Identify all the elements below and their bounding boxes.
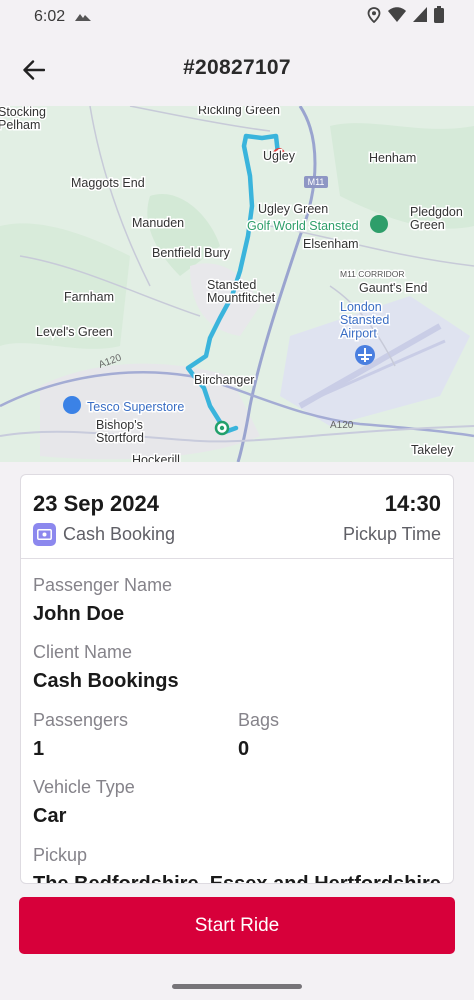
passengers-label: Passengers	[33, 710, 129, 730]
pickup-value: The Bedfordshire, Essex and Hertfordshir…	[33, 873, 441, 884]
svg-text:Bentfield Bury: Bentfield Bury	[152, 246, 231, 260]
mountain-icon	[75, 8, 92, 26]
svg-text:A120: A120	[330, 420, 354, 431]
booking-date: 23 Sep 2024	[33, 491, 159, 516]
svg-text:Tesco Superstore: Tesco Superstore	[87, 400, 184, 414]
page-title: #20827107	[183, 56, 291, 79]
passenger-name-value: John Doe	[33, 603, 125, 625]
pickup-label: Pickup	[33, 845, 88, 865]
svg-text:M11 CORRIDOR: M11 CORRIDOR	[340, 269, 405, 279]
passenger-name-label: Passenger Name	[33, 575, 173, 595]
svg-text:Ugley Green: Ugley Green	[258, 202, 328, 216]
svg-text:Manuden: Manuden	[132, 216, 184, 230]
svg-text:Level's Green: Level's Green	[36, 325, 113, 339]
svg-text:Hockerill: Hockerill	[132, 453, 180, 462]
golf-icon	[370, 215, 388, 233]
vehicle-type-label: Vehicle Type	[33, 777, 135, 797]
svg-text:Elsenham: Elsenham	[303, 237, 359, 251]
signal-icon	[413, 7, 427, 27]
wifi-icon	[388, 7, 406, 27]
bags-label: Bags	[238, 710, 280, 730]
svg-text:Farnham: Farnham	[64, 290, 114, 304]
booking-type: Cash Booking	[33, 523, 175, 546]
cash-icon	[33, 523, 56, 546]
pickup-field: Pickup The Bedfordshire, Essex and Hertf…	[33, 845, 453, 884]
start-ride-button[interactable]: Start Ride	[19, 897, 455, 954]
booking-card: 23 Sep 2024 14:30 Cash Booking Pickup Ti…	[20, 474, 454, 884]
svg-text:Birchanger: Birchanger	[194, 373, 254, 387]
shopping-icon	[63, 396, 81, 414]
svg-text:Takeley: Takeley	[411, 443, 454, 457]
status-bar: 6:02	[0, 0, 474, 34]
svg-text:Rickling Green: Rickling Green	[198, 106, 280, 117]
client-name-field: Client Name Cash Bookings	[33, 642, 179, 693]
svg-text:Gaunt's End: Gaunt's End	[359, 281, 427, 295]
client-name-value: Cash Bookings	[33, 670, 179, 692]
location-icon	[367, 6, 381, 28]
svg-text:Bishop'sStortford: Bishop's Stortford	[96, 418, 144, 445]
battery-icon	[434, 6, 444, 28]
client-name-label: Client Name	[33, 642, 133, 662]
passengers-value: 1	[33, 738, 45, 760]
svg-text:Maggots End: Maggots End	[71, 176, 145, 190]
booking-type-label: Cash Booking	[63, 524, 176, 544]
home-indicator[interactable]	[172, 984, 302, 989]
bags-value: 0	[238, 738, 250, 760]
booking-card-header: 23 Sep 2024 14:30 Cash Booking Pickup Ti…	[21, 475, 453, 559]
svg-text:Henham: Henham	[369, 151, 416, 165]
status-time: 6:02	[34, 8, 66, 25]
svg-text:Golf World Stansted: Golf World Stansted	[247, 219, 359, 233]
svg-text:Ugley: Ugley	[263, 149, 296, 163]
pickup-time-label: Pickup Time	[342, 524, 441, 544]
passengers-field: Passengers 1	[33, 710, 128, 761]
app-bar: #20827107	[0, 34, 474, 106]
booking-time: 14:30	[384, 491, 441, 516]
passenger-name-field: Passenger Name John Doe	[33, 575, 172, 626]
svg-text:M11: M11	[308, 177, 325, 187]
route-map[interactable]: M11 A120 A120 Stocking Pelham Rickling Gr…	[0, 106, 474, 462]
place-stocking: Stocking Pelham	[0, 106, 46, 132]
vehicle-type-value: Car	[33, 805, 67, 827]
vehicle-type-field: Vehicle Type Car	[33, 777, 135, 828]
bags-field: Bags 0	[238, 710, 279, 761]
